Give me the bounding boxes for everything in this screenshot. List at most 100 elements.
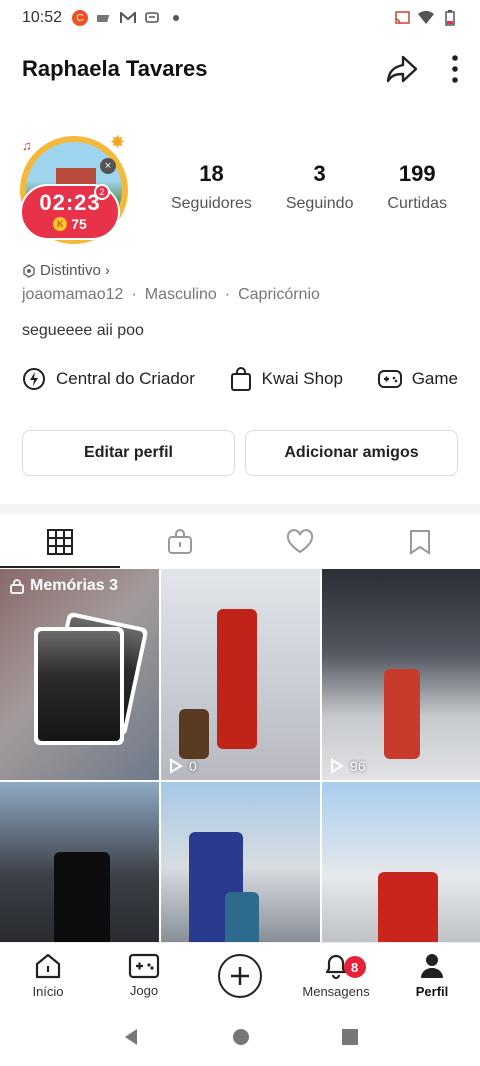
gamepad-icon	[128, 953, 160, 979]
back-icon[interactable]	[121, 1027, 141, 1047]
nav-game[interactable]: Jogo	[96, 953, 192, 998]
badge-link[interactable]: Distintivo ›	[22, 262, 110, 279]
dot-icon	[168, 11, 184, 25]
lock-bag-icon	[168, 529, 192, 554]
nav-game-label: Jogo	[129, 983, 159, 998]
play-icon	[331, 758, 344, 774]
nav-profile[interactable]: Perfil	[384, 952, 480, 999]
video-grid: Memórias 3 0 96	[0, 569, 480, 942]
recents-icon[interactable]	[341, 1028, 359, 1046]
section-divider	[0, 504, 480, 514]
person-icon	[421, 954, 443, 978]
kwai-shop-shortcut[interactable]: Kwai Shop	[230, 367, 343, 391]
video-thumbnail[interactable]: 96	[322, 569, 480, 780]
coin-count: 75	[71, 216, 87, 232]
messages-badge: 8	[343, 956, 366, 978]
create-button[interactable]	[218, 953, 262, 998]
video-thumbnail[interactable]	[322, 782, 480, 942]
tab-saved[interactable]	[360, 516, 480, 568]
meta-separator: ·	[224, 286, 231, 303]
add-friends-button[interactable]: Adicionar amigos	[245, 430, 458, 476]
memories-cell[interactable]: Memórias 3	[0, 569, 159, 780]
meta-separator: ·	[131, 286, 137, 303]
cast-icon	[394, 11, 410, 25]
creator-center-shortcut[interactable]: Central do Criador	[22, 367, 195, 391]
stat-followers-label: Seguidores	[170, 195, 252, 212]
kwai-coin-icon: K	[53, 217, 68, 231]
wifi-icon	[418, 11, 434, 25]
plus-icon	[231, 966, 249, 985]
lock-icon	[10, 579, 24, 594]
memories-title: Memórias 3	[30, 577, 119, 594]
nav-messages[interactable]: Mensagens 8	[288, 952, 384, 999]
video-thumbnail[interactable]	[161, 782, 320, 942]
video-views: 0	[189, 758, 197, 774]
profile-bio: segueeee aii poo	[22, 322, 144, 339]
stat-likes-label: Curtidas	[387, 195, 447, 212]
timer-count-badge: 2	[94, 184, 110, 200]
lightning-icon	[23, 368, 45, 390]
app-notification-icon: C	[72, 10, 89, 26]
shortcut-label: Central do Criador	[56, 369, 195, 388]
sparkle-icon: ✸	[110, 132, 126, 152]
profile-header: Raphaela Tavares	[22, 44, 458, 94]
message-icon	[144, 11, 160, 25]
stat-likes-count: 199	[398, 161, 436, 186]
home-circle-icon[interactable]	[231, 1027, 251, 1047]
chevron-right-icon: ›	[104, 262, 110, 279]
badge-icon	[23, 263, 35, 278]
profile-actions: Editar perfil Adicionar amigos	[22, 430, 458, 476]
profile-meta: joaomamao12 · Masculino · Capricórnio	[22, 286, 320, 304]
video-thumbnail[interactable]: 0	[161, 569, 320, 780]
profile-summary: ♫ ✸ × 02:23 K 75 2 18 Seguidores 3 Segui…	[16, 122, 464, 252]
memory-card-front	[34, 627, 124, 745]
bookmark-icon	[410, 530, 430, 555]
content-tabs	[0, 516, 480, 568]
tab-private[interactable]	[120, 516, 240, 568]
stat-likes[interactable]: 199 Curtidas	[387, 161, 447, 213]
shopping-bag-icon	[230, 367, 251, 391]
share-icon[interactable]	[386, 54, 418, 84]
eraser-icon	[96, 11, 112, 25]
close-icon[interactable]: ×	[100, 158, 116, 174]
game-shortcut[interactable]: Game	[377, 368, 458, 390]
profile-handle: joaomamao12	[22, 286, 124, 303]
status-time: 10:52	[22, 9, 63, 26]
profile-gender: Masculino	[144, 286, 217, 303]
more-options-icon[interactable]	[452, 55, 458, 83]
music-note-icon: ♫	[22, 138, 32, 153]
status-bar: 10:52 C	[0, 0, 480, 36]
nav-home[interactable]: Início	[0, 952, 96, 999]
home-icon	[35, 953, 61, 979]
video-thumbnail[interactable]	[0, 782, 159, 942]
edit-profile-button[interactable]: Editar perfil	[22, 430, 235, 476]
play-icon	[170, 758, 183, 774]
tab-liked[interactable]	[240, 516, 360, 568]
shortcuts-row: Central do Criador Kwai Shop Game	[22, 364, 458, 394]
avatar[interactable]: ♫ ✸ × 02:23 K 75 2	[16, 128, 134, 246]
nav-create[interactable]	[192, 953, 288, 998]
stat-following-label: Seguindo	[285, 195, 354, 212]
bottom-navigation: Início Jogo Mensagens 8 Perfil	[0, 942, 480, 1008]
stat-following[interactable]: 3 Seguindo	[286, 161, 354, 213]
grid-icon	[47, 529, 73, 555]
shortcut-label: Kwai Shop	[261, 369, 343, 388]
profile-sign: Capricórnio	[238, 286, 320, 303]
nav-messages-label: Mensagens	[302, 984, 370, 999]
nav-profile-label: Perfil	[415, 984, 449, 999]
battery-icon	[442, 10, 458, 26]
profile-username: Raphaela Tavares	[22, 56, 208, 81]
stat-following-count: 3	[313, 161, 326, 186]
stat-followers-count: 18	[199, 161, 224, 186]
gamepad-icon	[377, 370, 402, 388]
nav-home-label: Início	[32, 984, 64, 999]
tab-posts[interactable]	[0, 516, 120, 568]
heart-icon	[286, 529, 314, 554]
profile-stats: 18 Seguidores 3 Seguindo 199 Curtidas	[154, 161, 464, 213]
badge-label: Distintivo	[40, 262, 101, 279]
shortcut-label: Game	[411, 369, 458, 388]
gmail-icon	[120, 11, 137, 25]
system-navigation	[0, 1008, 480, 1066]
stat-followers[interactable]: 18 Seguidores	[171, 161, 252, 213]
video-views: 96	[350, 758, 366, 774]
